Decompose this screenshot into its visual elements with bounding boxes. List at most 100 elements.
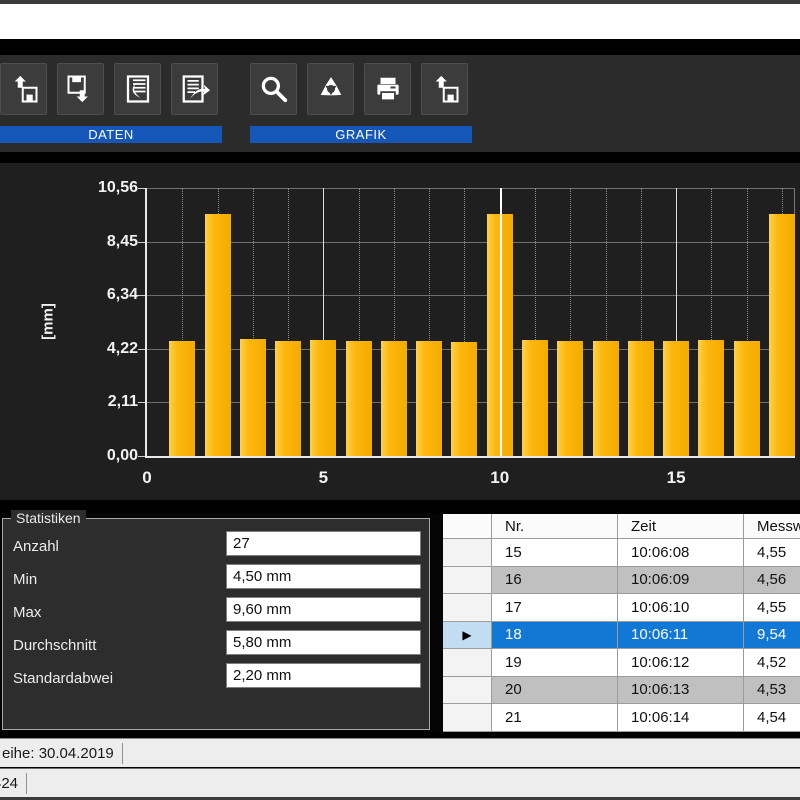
table-cell[interactable]: 4,56 [744, 567, 800, 595]
h-gridline [147, 188, 795, 189]
table-cell[interactable]: 10:06:11 [618, 622, 744, 650]
durchschnitt-field[interactable] [226, 630, 421, 655]
chart-bar [381, 341, 407, 456]
chart-bar [522, 340, 548, 456]
column-header[interactable]: Messwert [744, 514, 800, 539]
chart-bar [416, 341, 442, 456]
x-axis-line [145, 456, 795, 458]
table-cell[interactable]: 9,54 [744, 622, 800, 650]
row-selector-cell[interactable] [443, 677, 492, 705]
table-cell[interactable]: 4,55 [744, 594, 800, 622]
max-label: Max [13, 604, 41, 621]
table-cell[interactable]: 10:06:10 [618, 594, 744, 622]
x-tick-label: 0 [127, 468, 167, 488]
statistics-groupbox: Statistiken Anzahl Min Max Durchschnitt … [2, 518, 430, 730]
chart-bar [275, 341, 301, 456]
window-titlebar-area [0, 4, 800, 39]
table-row[interactable]: 1610:06:094,56 [443, 567, 800, 595]
table-row[interactable]: 2110:06:144,54 [443, 704, 800, 732]
x-tick-label: 10 [480, 468, 520, 488]
save-graphic-button[interactable] [421, 63, 468, 115]
table-cell[interactable]: 10:06:09 [618, 567, 744, 595]
chart-bar [734, 341, 760, 456]
export-data-button[interactable] [171, 63, 218, 115]
table-row[interactable]: ▶1810:06:119,54 [443, 622, 800, 650]
magnifier-icon [259, 74, 289, 104]
y-tick-label: 10,56 [0, 179, 138, 197]
recycle-icon [316, 74, 346, 104]
zoom-button[interactable] [250, 63, 297, 115]
table-header-row[interactable]: Nr.ZeitMesswert [443, 514, 800, 539]
anzahl-label: Anzahl [13, 538, 59, 555]
table-cell[interactable]: 18 [492, 622, 618, 650]
chart-bar [451, 342, 477, 456]
app-window: DATEN [0, 0, 800, 800]
standardabweichung-field[interactable] [226, 663, 421, 688]
chart-bar [663, 341, 689, 456]
statusbar-separator [122, 743, 123, 764]
table-cell[interactable]: 4,53 [744, 677, 800, 705]
table-cell[interactable]: 17 [492, 594, 618, 622]
measurements-table[interactable]: Nr.ZeitMesswert1510:06:084,551610:06:094… [443, 514, 800, 732]
min-field[interactable] [226, 564, 421, 589]
status-bar-2: 424 [0, 768, 800, 797]
status-bar-1: eihe: 30.04.2019 [0, 738, 800, 767]
floppy-up-arrow-icon [430, 74, 460, 104]
anzahl-field[interactable] [226, 531, 421, 556]
chart-region[interactable]: [mm] 0,002,114,226,348,4510,56051015 [0, 163, 800, 500]
load-data-button[interactable] [0, 63, 47, 115]
standardabweichung-label: Standardabwei [13, 670, 113, 687]
x-tick-label: 5 [303, 468, 343, 488]
table-row[interactable]: 1910:06:124,52 [443, 649, 800, 677]
column-header[interactable] [443, 514, 492, 539]
chart-bar [593, 341, 619, 456]
save-data-button[interactable] [57, 63, 104, 115]
chart-bar [240, 339, 266, 456]
document-x-icon [123, 74, 153, 104]
table-row[interactable]: 1510:06:084,55 [443, 539, 800, 567]
row-selector-cell[interactable] [443, 594, 492, 622]
table-cell[interactable]: 4,55 [744, 539, 800, 567]
h-gridline [147, 295, 795, 296]
refresh-button[interactable] [307, 63, 354, 115]
table-cell[interactable]: 4,54 [744, 704, 800, 732]
x-tick-label: 15 [656, 468, 696, 488]
row-selector-cell[interactable] [443, 567, 492, 595]
chart-bar [698, 340, 724, 456]
delete-data-button[interactable] [114, 63, 161, 115]
divider [0, 500, 800, 513]
chart-bar [769, 214, 795, 456]
table-cell[interactable]: 10:06:12 [618, 649, 744, 677]
table-cell[interactable]: 10:06:08 [618, 539, 744, 567]
floppy-up-arrow-icon [9, 74, 39, 104]
table-cell[interactable]: 20 [492, 677, 618, 705]
row-selector-cell[interactable] [443, 649, 492, 677]
y-tick-label: 2,11 [0, 393, 138, 411]
row-selector-cell[interactable]: ▶ [443, 622, 492, 650]
table-cell[interactable]: 19 [492, 649, 618, 677]
table-cell[interactable]: 10:06:13 [618, 677, 744, 705]
y-tick-label: 4,22 [0, 340, 138, 358]
table-row[interactable]: 1710:06:104,55 [443, 594, 800, 622]
document-export-arrow-icon [180, 74, 210, 104]
series-date-status: eihe: 30.04.2019 [2, 745, 114, 762]
y-tick-label: 0,00 [0, 447, 138, 465]
table-cell[interactable]: 16 [492, 567, 618, 595]
print-button[interactable] [364, 63, 411, 115]
printer-icon [373, 74, 403, 104]
table-cell[interactable]: 21 [492, 704, 618, 732]
toolbar: DATEN [0, 55, 800, 152]
row-selector-cell[interactable] [443, 704, 492, 732]
table-cell[interactable]: 10:06:14 [618, 704, 744, 732]
max-field[interactable] [226, 597, 421, 622]
row-selector-cell[interactable] [443, 539, 492, 567]
table-row[interactable]: 2010:06:134,53 [443, 677, 800, 705]
column-header[interactable]: Nr. [492, 514, 618, 539]
y-tick-label: 8,45 [0, 233, 138, 251]
v-solid-gridline [500, 188, 502, 456]
toolbar-group-label-daten: DATEN [0, 126, 222, 143]
table-cell[interactable]: 4,52 [744, 649, 800, 677]
column-header[interactable]: Zeit [618, 514, 744, 539]
table-cell[interactable]: 15 [492, 539, 618, 567]
statistics-title: Statistiken [11, 510, 86, 526]
